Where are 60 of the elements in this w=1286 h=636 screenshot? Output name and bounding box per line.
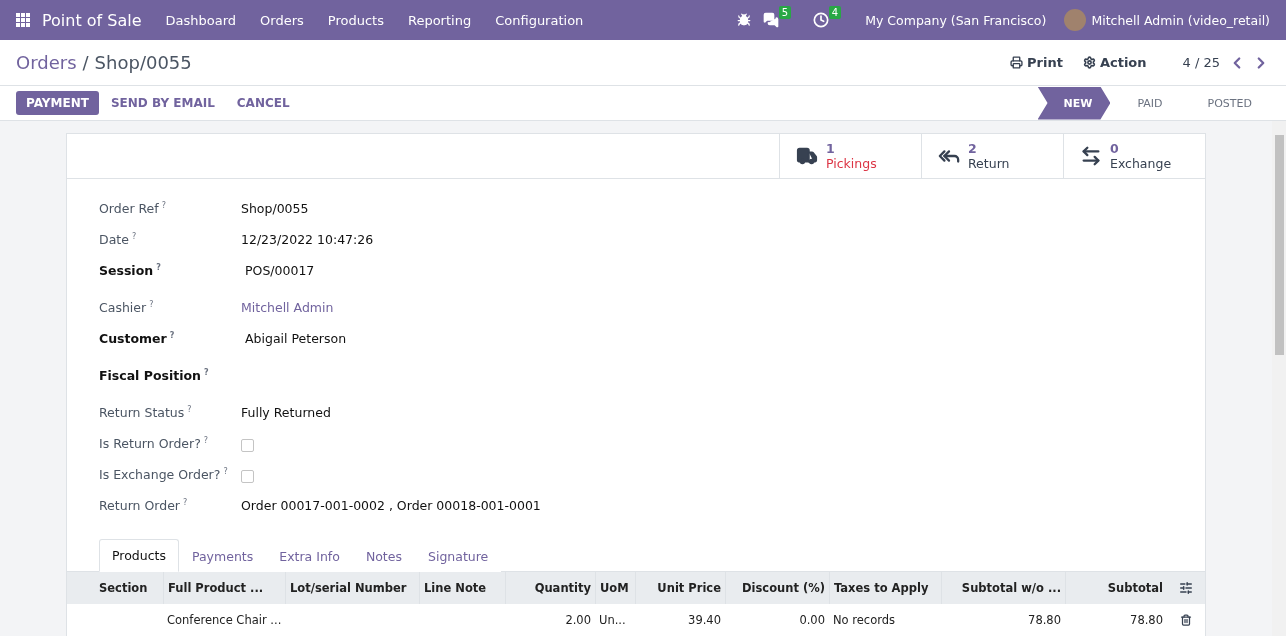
action-button[interactable]: Action	[1082, 55, 1147, 70]
column-settings-icon[interactable]	[1179, 581, 1193, 595]
breadcrumb-separator: /	[82, 52, 89, 73]
action-button[interactable]: CANCEL	[226, 91, 300, 115]
checkbox[interactable]	[241, 439, 254, 452]
table-cell-text: 2.00	[564, 612, 592, 629]
clock-icon[interactable]	[813, 12, 830, 28]
bug-icon[interactable]	[737, 13, 752, 27]
action-button[interactable]: SEND BY EMAIL	[100, 91, 225, 115]
field-label: Fiscal Position $^{?}$	[99, 368, 210, 384]
field-label: Session $^{?}$	[99, 263, 162, 279]
printer-icon	[1010, 56, 1024, 69]
field-label: Order Ref $^{?}$	[99, 201, 167, 217]
field-value: 12/23/2022 10:47:26	[241, 232, 374, 247]
print-button[interactable]: Print	[1010, 55, 1063, 70]
field-label: Date $^{?}$	[99, 232, 138, 248]
company-name[interactable]: My Company (San Francisco)	[865, 12, 1047, 28]
menu-item[interactable]: Products	[315, 12, 396, 28]
pager-counter: 4 / 25	[1182, 55, 1220, 70]
field-label: Cashier $^{?}$	[99, 300, 155, 316]
menu-item[interactable]: Orders	[248, 12, 316, 28]
table-cell-text: No records	[832, 612, 897, 629]
status-stage[interactable]: NEW	[1037, 86, 1111, 120]
field-link[interactable]: Mitchell Admin	[241, 300, 334, 315]
settings-icon	[1082, 56, 1096, 69]
table-cell-text: 78.80	[1129, 612, 1164, 629]
user-name[interactable]: Mitchell Admin (video_retail)	[1091, 12, 1270, 28]
menu-item[interactable]: Dashboard	[153, 12, 249, 28]
field-value: Abigail Peterson	[244, 331, 347, 346]
table-cell-text: 39.40	[687, 612, 722, 629]
menu-item[interactable]: Configuration	[483, 12, 596, 28]
app-name[interactable]: Point of Sale	[42, 10, 142, 30]
breadcrumb-link[interactable]: Orders	[16, 52, 77, 73]
truck-icon	[796, 145, 818, 167]
menu-item[interactable]: Reporting	[395, 12, 484, 28]
field-label: Is Return Order? $^{?}$	[99, 436, 210, 452]
field-label: Return Status $^{?}$	[99, 405, 193, 421]
table-cell-text: 78.80	[1027, 612, 1062, 629]
field-value: Shop/0055	[241, 201, 309, 216]
delete-icon[interactable]	[1180, 614, 1192, 626]
message-count-badge: 5	[778, 6, 792, 19]
field-value: Fully Returned	[241, 405, 331, 420]
checkbox[interactable]	[241, 470, 254, 483]
column-header[interactable]: Section	[67, 572, 163, 604]
tab[interactable]: Products	[99, 539, 179, 572]
activity-count-badge: 4	[828, 6, 842, 19]
scrollbar[interactable]	[1272, 121, 1286, 636]
apps-grid-icon[interactable]	[16, 13, 30, 27]
action-button[interactable]: PAYMENT	[16, 91, 99, 115]
breadcrumb-current: Shop/0055	[94, 52, 192, 73]
field-label: Is Exchange Order? $^{?}$	[99, 467, 229, 483]
exchange-arrows-icon	[1080, 145, 1102, 167]
field-label: Customer $^{?}$	[99, 331, 176, 347]
table-cell-text: 0.00	[798, 612, 826, 629]
field-label: Return Order $^{?}$	[99, 498, 189, 514]
field-value: POS/00017	[244, 263, 315, 278]
field-value: Order 00017-001-0002 , Order 00018-001-0001	[241, 498, 541, 513]
table-cell-text: Conference Chair ...	[166, 612, 283, 629]
table-cell-text: Un...	[598, 612, 627, 629]
chat-icon[interactable]	[763, 12, 780, 28]
